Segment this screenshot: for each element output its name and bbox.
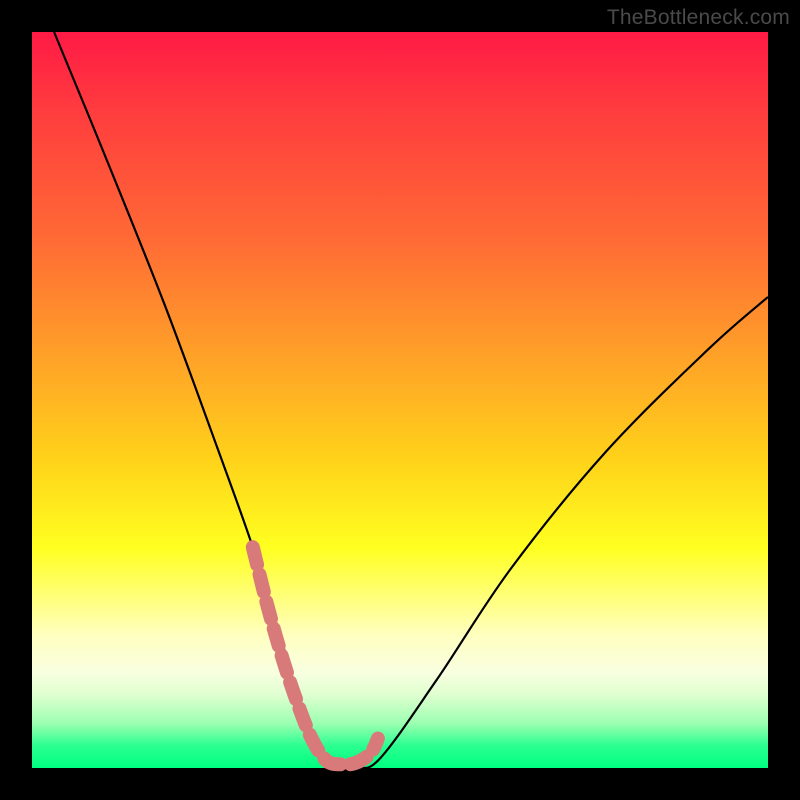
bottleneck-curve: [54, 32, 768, 768]
sweet-spot-highlight: [253, 547, 378, 764]
watermark-text: TheBottleneck.com: [607, 6, 790, 30]
plot-area: [32, 32, 768, 768]
chart-frame: TheBottleneck.com: [0, 0, 800, 800]
curve-layer: [32, 32, 768, 768]
